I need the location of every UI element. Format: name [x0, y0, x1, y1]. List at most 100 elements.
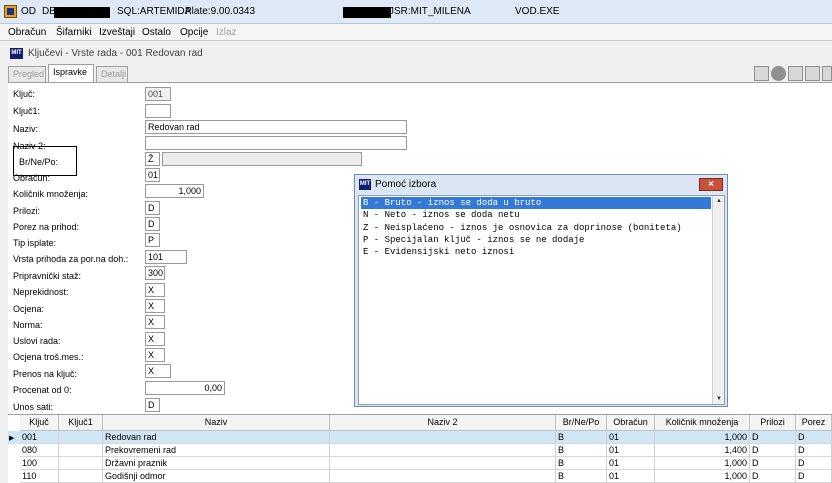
field-neprekidnost[interactable]: X [145, 283, 165, 297]
column-header[interactable]: Naziv [103, 415, 330, 431]
tab-detalji[interactable]: Detalji [96, 66, 128, 82]
table-cell[interactable]: 01 [607, 444, 655, 457]
label-procenat: Procenat od 0: [13, 385, 72, 395]
table-cell[interactable]: D [750, 431, 796, 444]
menu-sifarniki[interactable]: Šifarniki [56, 27, 92, 38]
column-header[interactable]: Ključ1 [59, 415, 103, 431]
field-unos-sati[interactable]: D [145, 398, 160, 412]
list-item[interactable]: E - Evidensijski neto iznosi [361, 246, 711, 258]
column-header[interactable]: Prilozi [750, 415, 796, 431]
dialog-titlebar[interactable]: MIT Pomoć izbora × [355, 175, 727, 195]
table-cell[interactable]: Prekovremeni rad [103, 444, 330, 457]
column-header[interactable]: Naziv 2 [330, 415, 556, 431]
field-uslovi[interactable]: X [145, 332, 165, 346]
table-cell[interactable] [59, 431, 103, 444]
column-header[interactable]: Obračun [607, 415, 655, 431]
list-item[interactable]: N - Neto - iznos se doda netu [361, 209, 711, 221]
label-kolicnik: Količnik množenja: [13, 189, 89, 199]
table-cell[interactable]: D [750, 470, 796, 483]
field-prenos[interactable]: X [145, 364, 171, 378]
field-norma[interactable]: X [145, 315, 165, 329]
field-pripravnicki[interactable]: 300 [145, 266, 165, 280]
table-cell[interactable]: 1,000 [655, 431, 750, 444]
field-kljuc1[interactable] [145, 104, 171, 118]
label-brnepo: Br/Ne/Po: [19, 157, 59, 167]
toolbar-keyboard-icon[interactable] [754, 66, 769, 81]
toolbar-open-icon[interactable] [805, 66, 820, 81]
field-prilozi[interactable]: D [145, 201, 160, 215]
table-cell[interactable]: Godišnji odmor [103, 470, 330, 483]
field-kljuc[interactable]: 001 [145, 87, 171, 101]
table-cell[interactable]: B [556, 470, 607, 483]
scroll-up-icon[interactable]: ▲ [716, 198, 722, 204]
column-header[interactable]: Količnik množenja [655, 415, 750, 431]
label-kljuc1: Ključ1: [13, 106, 41, 116]
table-cell[interactable] [59, 444, 103, 457]
list-item[interactable]: P - Specijalan ključ - iznos se ne dodaj… [361, 234, 711, 246]
field-naziv[interactable]: Redovan rad [145, 120, 407, 134]
table-cell[interactable]: D [796, 431, 832, 444]
table-cell[interactable] [59, 470, 103, 483]
field-brnepo-description [162, 152, 362, 166]
column-header[interactable]: Ključ [20, 415, 59, 431]
toolbar-more-icon[interactable] [822, 66, 832, 81]
table-cell[interactable] [330, 470, 556, 483]
close-icon[interactable]: × [699, 178, 723, 191]
table-cell[interactable]: D [750, 457, 796, 470]
field-ocjena[interactable]: X [145, 299, 165, 313]
field-kolicnik[interactable]: 1,000 [145, 184, 204, 198]
table-cell[interactable]: D [796, 470, 832, 483]
scroll-down-icon[interactable]: ▼ [716, 396, 722, 402]
table-cell[interactable]: B [556, 444, 607, 457]
table-cell[interactable]: 1,400 [655, 444, 750, 457]
menu-izvestaji[interactable]: Izveštaji [99, 27, 135, 38]
field-obracun[interactable]: 01 [145, 168, 160, 182]
table-cell[interactable]: 001 [20, 431, 59, 444]
table-cell[interactable]: 01 [607, 457, 655, 470]
table-cell[interactable] [330, 431, 556, 444]
field-brnepo[interactable]: Ž [145, 152, 160, 166]
field-vrsta-prihoda[interactable]: 101 [145, 250, 187, 264]
table-cell[interactable] [59, 457, 103, 470]
menu-ostalo[interactable]: Ostalo [142, 27, 171, 38]
toolbar-save-icon[interactable] [788, 66, 803, 81]
tab-ispravke[interactable]: Ispravke [48, 64, 94, 82]
table-cell[interactable]: 110 [20, 470, 59, 483]
keys-table: Ključ Ključ1 Naziv Naziv 2 Br/Ne/Po Obra… [8, 414, 832, 483]
table-cell[interactable]: Redovan rad [103, 431, 330, 444]
menu-opcije[interactable]: Opcije [180, 27, 208, 38]
field-ocjena-tros[interactable]: X [145, 348, 165, 362]
field-porez[interactable]: D [145, 217, 160, 231]
choice-list[interactable]: B - Bruto - iznos se doda u bruto N - Ne… [358, 195, 725, 405]
field-procenat[interactable]: 0,00 [145, 381, 225, 395]
table-cell[interactable]: 1,000 [655, 457, 750, 470]
field-tip-isplate[interactable]: P [145, 233, 160, 247]
table-cell[interactable]: D [750, 444, 796, 457]
list-item[interactable]: Z - Neisplaćeno - iznos je osnovica za d… [361, 222, 711, 234]
label-vrsta-prihoda: Vrsta prihoda za por.na doh.: [13, 254, 129, 264]
table-cell[interactable]: 1,000 [655, 470, 750, 483]
column-header[interactable]: Br/Ne/Po [556, 415, 607, 431]
table-cell[interactable] [330, 444, 556, 457]
table-cell[interactable]: B [556, 431, 607, 444]
document-icon: MIT [10, 48, 23, 59]
table-cell[interactable]: D [796, 444, 832, 457]
tab-pregled[interactable]: Pregled [8, 66, 46, 82]
table-cell[interactable]: D [796, 457, 832, 470]
menu-obracun[interactable]: Obračun [8, 27, 46, 38]
menu-izlaz[interactable]: Izlaz [216, 27, 237, 38]
table-cell[interactable]: 01 [607, 431, 655, 444]
field-naziv2[interactable] [145, 136, 407, 150]
table-cell[interactable] [330, 457, 556, 470]
table-cell[interactable]: 100 [20, 457, 59, 470]
table-cell[interactable]: B [556, 457, 607, 470]
label-prilozi: Prilozi: [13, 206, 41, 216]
vertical-scrollbar[interactable]: ▲ ▼ [712, 196, 724, 404]
toolbar-record-icon[interactable] [771, 66, 786, 81]
table-cell[interactable]: 01 [607, 470, 655, 483]
list-item[interactable]: B - Bruto - iznos se doda u bruto [361, 197, 711, 209]
table-cell[interactable]: 080 [20, 444, 59, 457]
column-header[interactable]: Porez [796, 415, 832, 431]
table-cell[interactable]: Državni praznik [103, 457, 330, 470]
label-norma: Norma: [13, 320, 43, 330]
